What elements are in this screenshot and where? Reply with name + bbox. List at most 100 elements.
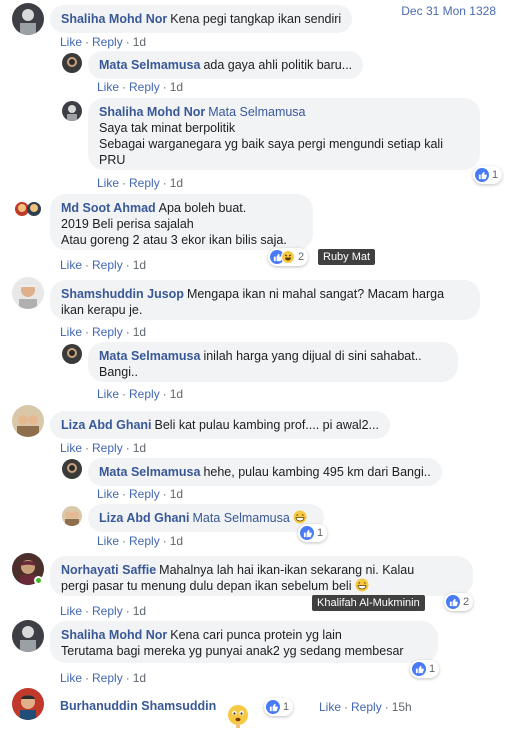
comment-time[interactable]: 1d <box>133 258 146 272</box>
comment-actions: Like · Reply · 1d <box>97 176 184 190</box>
reply-button[interactable]: Reply <box>92 325 123 339</box>
comment-text: Beli kat pulau kambing prof.... pi awal2… <box>154 418 379 432</box>
comment-text: hehe, pulau kambing 495 km dari Bangi.. <box>203 465 431 479</box>
reaction-summary[interactable]: 2 <box>444 593 474 611</box>
comment-actions: Like · Reply · 1d <box>60 441 147 455</box>
like-reaction-icon <box>475 168 489 182</box>
screenshot-timestamp: Dec 31 Mon 1328 <box>401 4 496 18</box>
comment-text: Mahalnya lah hai ikan-ikan sekarang ni. … <box>159 563 415 577</box>
reaction-summary[interactable]: 1 <box>298 524 328 542</box>
reply-button[interactable]: Reply <box>92 258 123 272</box>
comment-author[interactable]: Burhanuddin Shamsuddin <box>60 699 216 713</box>
reaction-summary[interactable]: 1 <box>410 660 440 678</box>
like-button[interactable]: Like <box>60 325 82 339</box>
avatar[interactable] <box>62 344 82 364</box>
like-button[interactable]: Like <box>97 534 119 548</box>
comment-actions: Like · Reply · 1d <box>97 387 184 401</box>
reply-button[interactable]: Reply <box>129 534 160 548</box>
reaction-summary[interactable]: 1 <box>473 166 503 184</box>
comment-author[interactable]: Md Soot Ahmad <box>61 201 156 215</box>
like-button[interactable]: Like <box>60 671 82 685</box>
reaction-summary[interactable]: 1 <box>264 698 294 716</box>
like-reaction-icon <box>412 662 426 676</box>
comment-actions: Like · Reply · 1d <box>97 80 184 94</box>
avatar[interactable] <box>12 193 44 225</box>
avatar[interactable] <box>12 405 44 437</box>
comment-time[interactable]: 1d <box>133 604 146 618</box>
comment-time[interactable]: 1d <box>133 441 146 455</box>
reactor-tooltip: Khalifah Al-Mukminin <box>312 595 425 611</box>
comment-time[interactable]: 1d <box>170 534 183 548</box>
comment-text-line: pergi pasar tu menung dulu depan ikan se… <box>61 579 352 593</box>
comment-text: Apa boleh buat. <box>158 201 247 215</box>
comment-text-line: Bangi.. <box>99 365 138 379</box>
comment-author[interactable]: Shaliha Mohd Nor <box>61 12 167 26</box>
comment-time[interactable]: 1d <box>133 671 146 685</box>
comment-actions: Like · Reply · 1d <box>60 671 147 685</box>
comment-time[interactable]: 1d <box>170 176 183 190</box>
like-reaction-icon <box>300 526 314 540</box>
comment-actions: Like · Reply · 1d <box>60 325 147 339</box>
comment-time[interactable]: 1d <box>170 387 183 401</box>
avatar[interactable] <box>12 277 44 309</box>
like-button[interactable]: Like <box>97 387 119 401</box>
like-button[interactable]: Like <box>60 258 82 272</box>
mention-link[interactable]: Mata Selmamusa <box>208 105 305 119</box>
avatar[interactable] <box>62 459 82 479</box>
comment-author[interactable]: Mata Selmamusa <box>99 58 200 72</box>
comment-text: Kena cari punca protein yg lain <box>170 628 342 642</box>
like-button[interactable]: Like <box>97 80 119 94</box>
reply-button[interactable]: Reply <box>92 35 123 49</box>
comment-author[interactable]: Liza Abd Ghani <box>61 418 152 432</box>
comment-time[interactable]: 1d <box>133 325 146 339</box>
like-button[interactable]: Like <box>60 35 82 49</box>
comment-author[interactable]: Shamshuddin Jusop <box>61 287 184 301</box>
mention-link[interactable]: Mata Selmamusa <box>193 511 290 525</box>
avatar[interactable] <box>62 53 82 73</box>
like-reaction-icon <box>446 595 460 609</box>
like-button[interactable]: Like <box>319 700 341 714</box>
reaction-count: 2 <box>463 596 470 608</box>
comment-author[interactable]: Mata Selmamusa <box>99 465 200 479</box>
comment-text: Kena pegi tangkap ikan sendiri <box>170 12 342 26</box>
comment-text-line: PRU <box>99 153 126 167</box>
reaction-count: 1 <box>283 701 290 713</box>
reaction-summary[interactable]: 2 <box>268 248 309 266</box>
comment-author[interactable]: Mata Selmamusa <box>99 349 200 363</box>
comment-actions: Like · Reply · 15h <box>319 700 412 714</box>
comment-time[interactable]: 1d <box>170 80 183 94</box>
reply-button[interactable]: Reply <box>92 441 123 455</box>
like-button[interactable]: Like <box>97 487 119 501</box>
reply-button[interactable]: Reply <box>129 176 160 190</box>
avatar[interactable] <box>62 506 82 526</box>
avatar[interactable] <box>12 688 44 720</box>
comment-time[interactable]: 1d <box>133 35 146 49</box>
like-button[interactable]: Like <box>60 604 82 618</box>
reply-button[interactable]: Reply <box>92 671 123 685</box>
avatar[interactable] <box>62 101 82 121</box>
reply-button[interactable]: Reply <box>351 700 382 714</box>
avatar[interactable] <box>12 620 44 652</box>
like-button[interactable]: Like <box>97 176 119 190</box>
comment-time[interactable]: 15h <box>392 700 412 714</box>
reply-button[interactable]: Reply <box>129 80 160 94</box>
haha-reaction-icon <box>281 250 295 264</box>
reply-button[interactable]: Reply <box>129 387 160 401</box>
comment-bubble: Mata Selmamusa ada gaya ahli politik baru… <box>88 51 364 79</box>
comment-author[interactable]: Liza Abd Ghani <box>99 511 190 525</box>
comment-time[interactable]: 1d <box>170 487 183 501</box>
like-button[interactable]: Like <box>60 441 82 455</box>
comment-text-line: 2019 Beli perisa sajalah <box>61 217 194 231</box>
comment-author[interactable]: Shaliha Mohd Nor <box>61 628 167 642</box>
grin-emoji-icon <box>293 510 307 524</box>
comment-author[interactable]: Shaliha Mohd Nor <box>99 105 205 119</box>
comment-text-line: Saya tak minat berpolitik <box>99 121 236 135</box>
reply-button[interactable]: Reply <box>129 487 160 501</box>
comment-bubble: Liza Abd Ghani Mata Selmamusa <box>88 504 324 532</box>
avatar[interactable] <box>12 3 44 35</box>
comment-author[interactable]: Norhayati Saffie <box>61 563 156 577</box>
comment-bubble: Liza Abd Ghani Beli kat pulau kambing pro… <box>50 411 390 439</box>
comment-bubble: Norhayati Saffie Mahalnya lah hai ikan-ik… <box>50 556 473 596</box>
comment-actions: Like · Reply · 1d <box>60 604 147 618</box>
reply-button[interactable]: Reply <box>92 604 123 618</box>
